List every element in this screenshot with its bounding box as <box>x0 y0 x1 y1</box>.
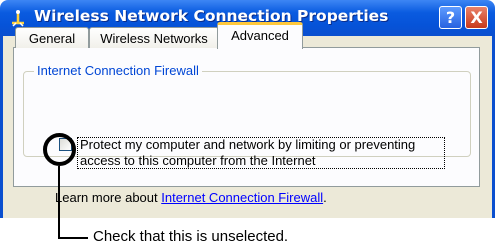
callout-line-vertical <box>58 166 60 239</box>
close-button[interactable]: X <box>465 6 488 29</box>
learn-more-text: Learn more about Internet Connection Fir… <box>55 190 327 205</box>
callout-text: Check that this is unselected. <box>93 228 289 245</box>
learn-more-prefix: Learn more about <box>55 190 162 205</box>
window-title: Wireless Network Connection Properties <box>34 7 389 25</box>
help-button[interactable]: ? <box>439 6 462 29</box>
highlight-circle <box>43 133 76 166</box>
network-connection-icon <box>12 10 24 27</box>
learn-more-suffix: . <box>323 190 327 205</box>
firewall-group-title: Internet Connection Firewall <box>34 63 202 78</box>
firewall-checkbox-label-line1[interactable]: Protect my computer and network by limit… <box>80 137 415 152</box>
tab-general[interactable]: General <box>15 27 89 48</box>
firewall-help-link[interactable]: Internet Connection Firewall <box>161 190 323 205</box>
tab-advanced[interactable]: Advanced <box>217 22 303 49</box>
firewall-checkbox-label-line2[interactable]: access to this computer from the Interne… <box>80 153 316 168</box>
tab-wireless-networks[interactable]: Wireless Networks <box>89 27 219 48</box>
properties-dialog: Wireless Network Connection Properties ?… <box>0 0 495 218</box>
callout-line-horizontal <box>58 237 88 239</box>
